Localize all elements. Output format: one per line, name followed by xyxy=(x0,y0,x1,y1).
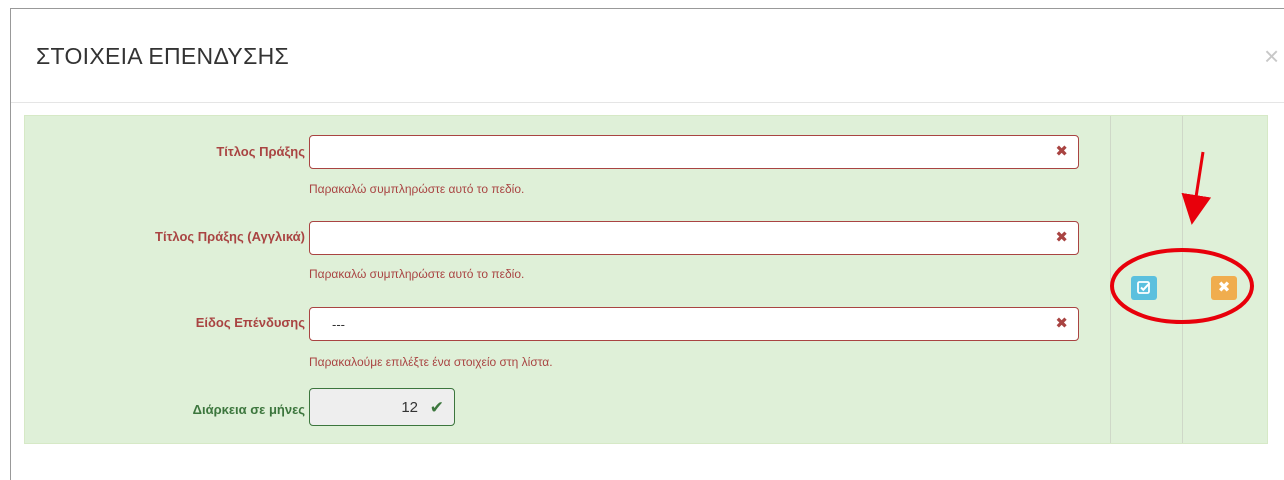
error-x-icon: ✖ xyxy=(1055,229,1068,246)
error-x-icon: ✖ xyxy=(1055,315,1068,332)
close-icon[interactable]: × xyxy=(1264,43,1279,69)
column-divider xyxy=(1110,116,1111,443)
error-x-icon: ✖ xyxy=(1055,143,1068,160)
check-icon: ✔ xyxy=(429,398,444,417)
duration-value: 12 xyxy=(401,399,418,416)
title-input[interactable]: ✖ xyxy=(309,135,1079,169)
edit-check-icon xyxy=(1137,281,1151,294)
investment-form-panel: Τίτλος Πράξης ✖ Παρακαλώ συμπληρώστε αυτ… xyxy=(24,115,1268,444)
duration-input[interactable]: 12 ✔ xyxy=(309,388,455,426)
title-english-input[interactable]: ✖ xyxy=(309,221,1079,255)
modal-title: ΣΤΟΙΧΕΙΑ ΕΠΕΝΔΥΣΗΣ xyxy=(36,43,290,69)
help-text-investment-type: Παρακαλούμε επιλέξτε ένα στοιχείο στη λί… xyxy=(309,355,553,369)
investment-type-select[interactable]: --- ✖ xyxy=(309,307,1079,341)
modal-header: ΣΤΟΙΧΕΙΑ ΕΠΕΝΔΥΣΗΣ × xyxy=(11,9,1284,103)
column-divider xyxy=(1182,116,1183,443)
help-text-title-english: Παρακαλώ συμπληρώστε αυτό το πεδίο. xyxy=(309,267,525,281)
close-icon: ✖ xyxy=(1217,279,1231,296)
investment-type-value: --- xyxy=(332,317,345,332)
cancel-button[interactable]: ✖ xyxy=(1211,276,1237,300)
field-label-title: Τίτλος Πράξης xyxy=(216,144,305,159)
help-text-title: Παρακαλώ συμπληρώστε αυτό το πεδίο. xyxy=(309,182,525,196)
field-label-duration: Διάρκεια σε μήνες xyxy=(192,402,305,417)
field-label-title-english: Τίτλος Πράξης (Αγγλικά) xyxy=(155,229,305,244)
save-edit-button[interactable] xyxy=(1131,276,1157,300)
field-label-investment-type: Είδος Επένδυσης xyxy=(195,315,305,330)
